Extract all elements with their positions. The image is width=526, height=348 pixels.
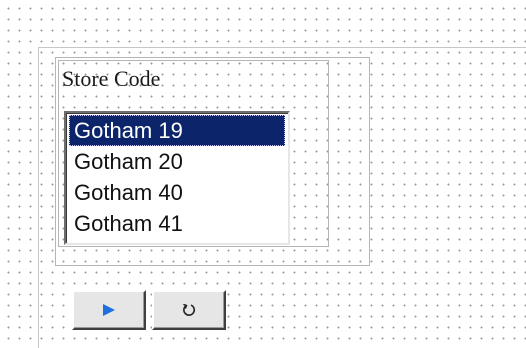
play-icon	[102, 303, 116, 317]
canvas-guide-horizontal	[38, 47, 526, 48]
reset-icon	[181, 302, 197, 318]
list-item[interactable]: Gotham 19	[69, 115, 285, 146]
store-code-label: Store Code	[62, 66, 161, 91]
list-item[interactable]: Gotham 41	[69, 208, 285, 239]
list-item[interactable]: Gotham 20	[69, 146, 285, 177]
reset-button[interactable]	[152, 290, 226, 330]
store-code-listbox[interactable]: Gotham 19 Gotham 20 Gotham 40 Gotham 41	[64, 111, 290, 245]
canvas-guide-vertical	[38, 47, 39, 348]
list-item[interactable]: Gotham 40	[69, 177, 285, 208]
run-button[interactable]	[72, 290, 146, 330]
